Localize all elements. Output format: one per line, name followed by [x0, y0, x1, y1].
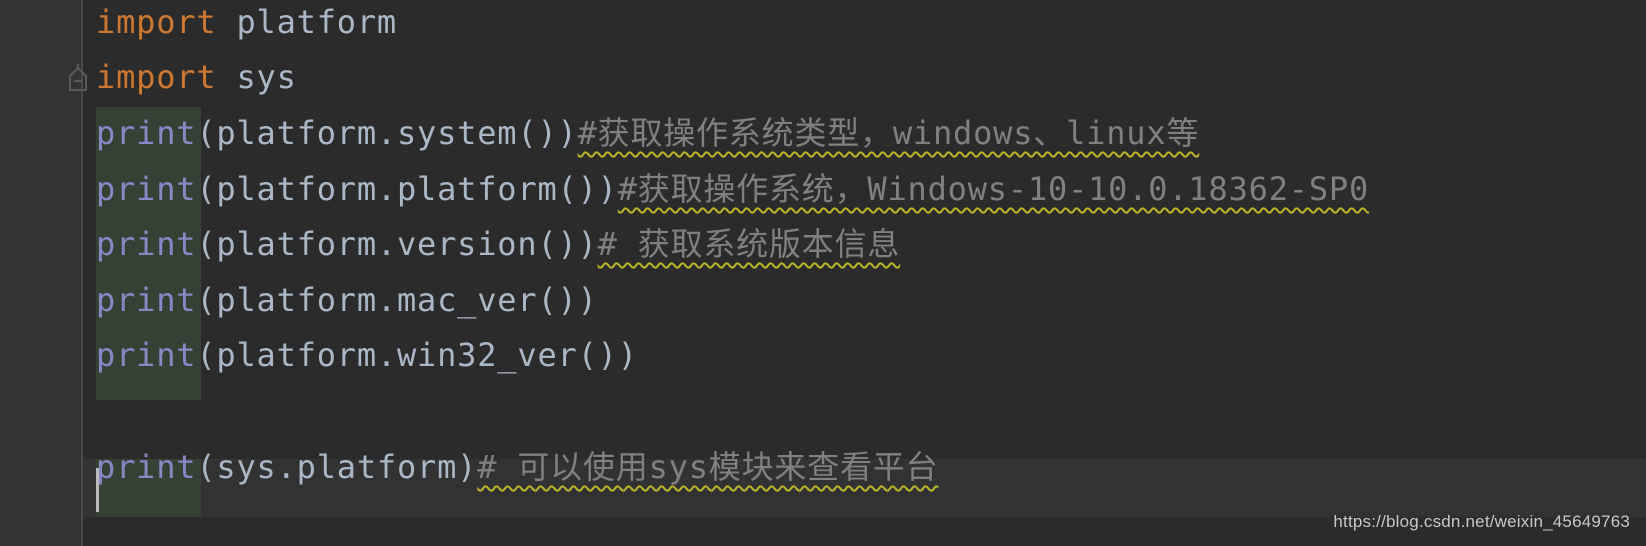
- code-line-1[interactable]: import platform: [96, 0, 397, 51]
- builtin-print: print: [96, 281, 197, 319]
- keyword: import: [96, 3, 217, 41]
- code-line-6[interactable]: print(platform.mac_ver()): [96, 271, 598, 329]
- comment-typo-warning: #获取操作系统，Windows-10-10.0.18362-SP0: [617, 170, 1370, 208]
- code-text: (sys.platform): [196, 448, 478, 486]
- comment-typo-warning: #获取操作系统类型，windows、linux等: [577, 114, 1200, 152]
- code-line-4[interactable]: print(platform.platform())#获取操作系统，Window…: [96, 160, 1369, 218]
- code-text: (platform.system()): [196, 114, 578, 152]
- code-text: (platform.win32_ver()): [196, 336, 638, 374]
- text-caret: [96, 468, 99, 512]
- builtin-print: print: [96, 448, 197, 486]
- code-text: (platform.platform()): [196, 170, 618, 208]
- code-editor[interactable]: import platform import sys print(platfor…: [83, 0, 1646, 546]
- code-line-2[interactable]: import sys: [96, 48, 297, 106]
- code-text: sys: [216, 58, 297, 96]
- code-line-7[interactable]: print(platform.win32_ver()): [96, 326, 638, 384]
- code-text: (platform.version()): [196, 225, 598, 263]
- code-line-3[interactable]: print(platform.system())#获取操作系统类型，window…: [96, 104, 1199, 162]
- code-text: (platform.mac_ver()): [196, 281, 598, 319]
- comment-typo-warning: # 获取系统版本信息: [597, 225, 901, 263]
- builtin-print: print: [96, 170, 197, 208]
- keyword: import: [96, 58, 217, 96]
- builtin-print: print: [96, 336, 197, 374]
- comment-typo-warning: # 可以使用sys模块来查看平台: [477, 448, 939, 486]
- builtin-print: print: [96, 114, 197, 152]
- code-line-9[interactable]: print(sys.platform)# 可以使用sys模块来查看平台: [96, 438, 938, 496]
- code-line-5[interactable]: print(platform.version())# 获取系统版本信息: [96, 215, 900, 273]
- watermark: https://blog.csdn.net/weixin_45649763: [1333, 512, 1630, 531]
- code-text: platform: [216, 3, 397, 41]
- builtin-print: print: [96, 225, 197, 263]
